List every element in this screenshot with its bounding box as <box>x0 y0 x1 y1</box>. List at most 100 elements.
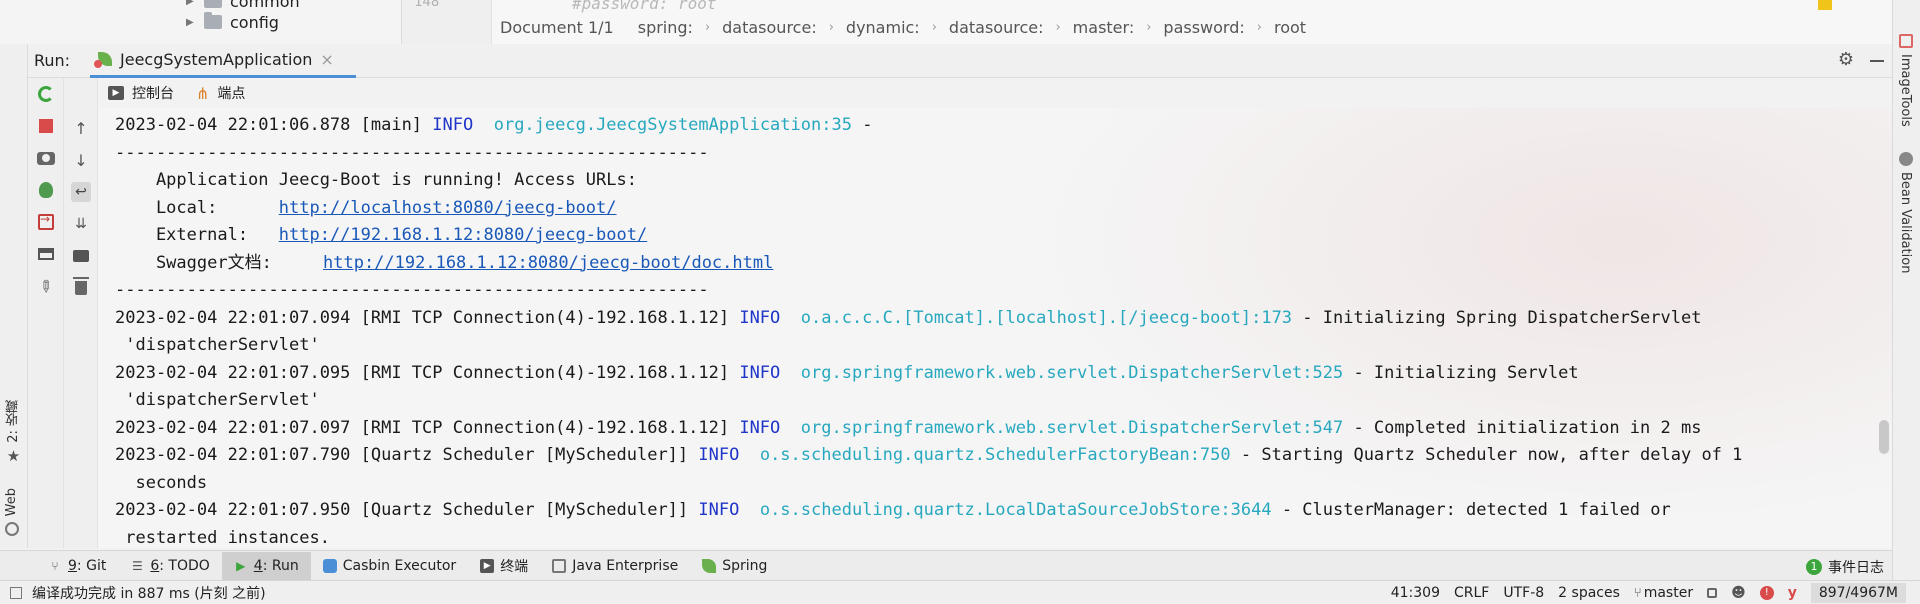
minimize-icon[interactable] <box>1870 59 1884 62</box>
tab-label: 终端 <box>500 558 529 575</box>
chevron-right-icon[interactable]: ▶ <box>186 17 200 28</box>
tab-java-enterprise[interactable]: Java Enterprise <box>540 552 690 580</box>
console-text: 'dispatcherServlet' <box>115 390 320 410</box>
logger-name: o.s.scheduling.quartz.LocalDataSourceJob… <box>759 500 1272 520</box>
console-subtabs: ▶ 控制台 ⋔ 端点 <box>98 78 1892 108</box>
console-line: Swagger文档: http://192.168.1.12:8080/jeec… <box>115 250 1884 278</box>
status-message[interactable]: 编译成功完成 in 887 ms (片刻 之前) <box>32 583 266 603</box>
favorites-tool-button[interactable]: ★ 2: 收藏 <box>4 400 23 463</box>
tool-label: ImageTools <box>1898 54 1913 127</box>
breadcrumb-item[interactable]: datasource: <box>949 18 1044 37</box>
tab-label: : TODO <box>159 557 210 574</box>
git-branch-icon: ⑂ <box>1633 586 1642 601</box>
log-level: INFO <box>739 417 781 438</box>
console-line: seconds <box>115 470 1884 498</box>
console-link[interactable]: http://192.168.1.12:8080/jeecg-boot/ <box>279 225 647 245</box>
scroll-up-button[interactable]: ↑ <box>71 118 91 138</box>
breadcrumb-item[interactable]: root <box>1274 18 1306 37</box>
tab-label: Casbin Executor <box>342 557 457 574</box>
lock-icon[interactable] <box>1707 588 1718 598</box>
tool-label: 2: 收藏 <box>6 400 21 443</box>
tab-spring[interactable]: Spring <box>690 552 779 580</box>
close-icon[interactable]: × <box>320 50 333 69</box>
run-config-tab[interactable]: JeecgSystemApplication × <box>90 44 356 78</box>
folder-icon <box>204 12 222 29</box>
tool-windows-toggle-icon[interactable] <box>10 586 22 599</box>
tree-item-config[interactable]: ▶ config <box>186 11 279 33</box>
layout-icon <box>38 248 54 260</box>
bean-validation-tool-button[interactable]: Bean Validation <box>1898 152 1913 273</box>
soft-wrap-icon: ↩ <box>71 182 91 202</box>
breadcrumb-item[interactable]: spring: <box>638 18 693 37</box>
console-link[interactable]: http://localhost:8080/jeecg-boot/ <box>279 198 617 218</box>
print-button[interactable] <box>71 246 91 266</box>
scroll-down-button[interactable]: ↓ <box>71 150 91 170</box>
tab-casbin-executor[interactable]: Casbin Executor <box>311 552 468 580</box>
rerun-icon <box>38 86 54 102</box>
terminal-icon: ▶ <box>480 558 495 573</box>
log-level: INFO <box>739 362 781 383</box>
chevron-right-icon[interactable]: ▶ <box>186 0 200 7</box>
tab-label: : Run <box>262 557 299 574</box>
tab-console[interactable]: ▶ 控制台 <box>108 83 174 103</box>
chevron-right-icon: › <box>1055 19 1061 35</box>
console-line: Local: http://localhost:8080/jeecg-boot/ <box>115 195 1884 223</box>
memory-indicator[interactable]: 897/4967M <box>1810 583 1906 603</box>
event-log-button[interactable]: 1 事件日志 <box>1806 557 1884 577</box>
log-level: INFO <box>739 307 781 328</box>
file-encoding[interactable]: UTF-8 <box>1503 585 1544 601</box>
tab-label: : Git <box>76 557 107 574</box>
debug-button[interactable] <box>36 180 56 200</box>
image-icon <box>1898 34 1913 48</box>
error-icon[interactable]: ! <box>1759 586 1774 600</box>
right-tool-strip: ImageTools Bean Validation <box>1892 0 1920 604</box>
ide-window: ▶ common ▶ config 148 #password: root Do… <box>0 0 1920 604</box>
gear-icon[interactable]: ⚙ <box>1838 49 1854 70</box>
chevron-right-icon: › <box>1256 19 1262 35</box>
tab-terminal[interactable]: ▶ 终端 <box>468 552 540 580</box>
vertical-scrollbar[interactable] <box>1879 420 1889 454</box>
breadcrumb-item[interactable]: password: <box>1163 18 1244 37</box>
console-text: 2023-02-04 22:01:07.790 [Quartz Schedule… <box>115 445 699 465</box>
inspector-icon[interactable]: ☻ <box>1731 585 1746 601</box>
console-lines: 2023-02-04 22:01:06.878 [main] INFO org.… <box>115 112 1884 548</box>
console-text: seconds <box>115 472 208 493</box>
caret-position[interactable]: 41:309 <box>1391 585 1440 601</box>
run-icon <box>234 559 248 573</box>
line-ending[interactable]: CRLF <box>1454 585 1489 601</box>
tab-git[interactable]: 9: Git <box>36 552 118 580</box>
log-level: INFO <box>698 445 740 465</box>
stop-button[interactable] <box>36 116 56 136</box>
exit-button[interactable] <box>36 212 56 232</box>
tab-mnemonic: 6 <box>150 557 160 574</box>
tab-endpoints[interactable]: ⋔ 端点 <box>196 83 245 103</box>
breadcrumb-item[interactable]: master: <box>1073 18 1135 37</box>
star-icon: ★ <box>6 446 21 465</box>
console-link[interactable]: http://192.168.1.12:8080/jeecg-boot/doc.… <box>323 253 773 273</box>
console-text: 2023-02-04 22:01:06.878 [main] <box>115 115 433 135</box>
console-text: ----------------------------------------… <box>115 142 709 163</box>
indent-setting[interactable]: 2 spaces <box>1558 585 1620 601</box>
tab-todo[interactable]: 6: TODO <box>118 552 221 580</box>
clear-all-button[interactable] <box>71 277 91 298</box>
soft-wrap-button[interactable]: ↩ <box>71 182 91 202</box>
tab-run[interactable]: 4: Run <box>221 551 311 580</box>
imagetools-tool-button[interactable]: ImageTools <box>1898 34 1913 127</box>
console-text: Application Jeecg-Boot is running! Acces… <box>115 170 637 190</box>
console-line: 2023-02-04 22:01:07.095 [RMI TCP Connect… <box>115 360 1884 388</box>
pin-tab-button[interactable]: ✎ <box>35 275 58 298</box>
console-line: 2023-02-04 22:01:07.790 [Quartz Schedule… <box>115 442 1884 470</box>
run-window-label: Run: <box>34 51 71 70</box>
warning-marker[interactable] <box>1818 0 1832 10</box>
breadcrumb-item[interactable]: datasource: <box>722 18 817 37</box>
scroll-to-end-button[interactable]: ⇊ <box>71 214 91 234</box>
dump-threads-button[interactable] <box>36 148 56 168</box>
layout-button[interactable] <box>36 244 56 264</box>
breadcrumb-item[interactable]: dynamic: <box>846 18 920 37</box>
web-tool-button[interactable]: Web <box>4 488 19 537</box>
git-branch-widget[interactable]: ⑂ master <box>1634 585 1693 601</box>
yaml-plugin-icon[interactable]: y <box>1788 585 1797 601</box>
console-output[interactable]: 2023-02-04 22:01:06.878 [main] INFO org.… <box>98 108 1892 548</box>
rerun-button[interactable] <box>36 84 56 104</box>
